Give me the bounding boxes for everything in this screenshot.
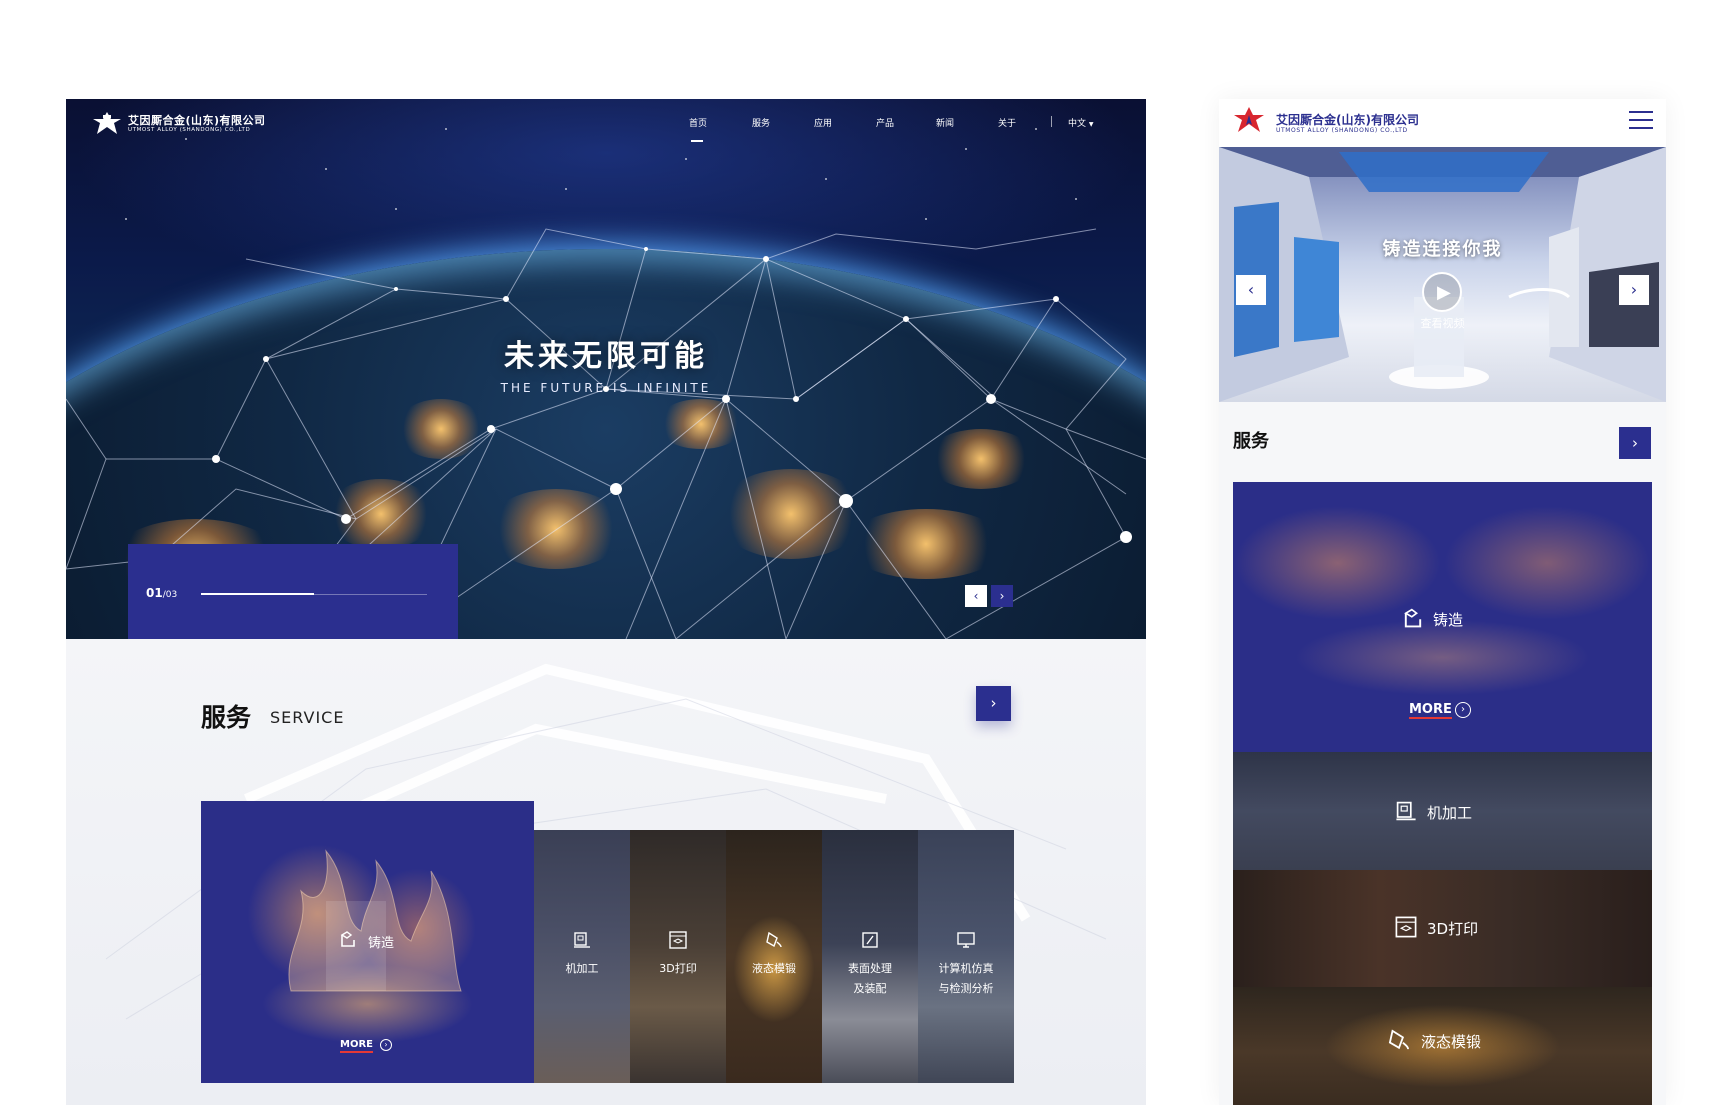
hero-next-button[interactable]: › — [991, 585, 1013, 607]
chevron-left-icon: ‹ — [973, 589, 979, 603]
chevron-right-icon: › — [999, 589, 1005, 603]
service-tile-computer-simulation[interactable]: 计算机仿真 与检测分析 — [918, 830, 1014, 1083]
language-switch[interactable]: 中文 ▼ — [1068, 116, 1094, 129]
mobile-hero-next-button[interactable]: › — [1619, 275, 1649, 305]
chevron-right-icon: › — [1632, 434, 1638, 452]
hero-title: 未来无限可能 — [504, 339, 708, 374]
liquid-forging-icon — [766, 931, 782, 948]
play-video-label: 查看视频 — [1420, 317, 1465, 330]
logo-company-name: 艾因厮合金(山东)有限公司 — [1276, 113, 1419, 127]
logo-company-name: 艾因厮合金(山东)有限公司 — [128, 114, 266, 127]
service-tile-liquid-forging[interactable]: 液态模锻 — [726, 830, 822, 1083]
nav-item-home[interactable]: 首页 — [689, 116, 707, 129]
tile-label: 3D打印 — [1427, 920, 1479, 938]
tile-label: 液态模锻 — [1421, 1033, 1482, 1051]
top-nav: 艾因厮合金(山东)有限公司 UTMOST ALLOY (SHANDONG) CO… — [66, 99, 1146, 147]
casting-icon — [338, 929, 358, 949]
casting-label: 铸造 — [368, 936, 395, 951]
service-featured-casting[interactable]: 铸造 MORE › — [201, 801, 534, 1083]
desktop-preview: 艾因厮合金(山东)有限公司 UTMOST ALLOY (SHANDONG) CO… — [66, 99, 1146, 1105]
casting-label: 铸造 — [1433, 611, 1464, 629]
nav-item-product[interactable]: 产品 — [876, 116, 894, 129]
eagle-logo-icon — [93, 112, 121, 134]
slide-total: /03 — [162, 590, 178, 600]
service-title: 服务 — [201, 703, 252, 732]
play-icon: ▶ — [1437, 282, 1451, 303]
circle-arrow-right-icon[interactable]: › — [1455, 702, 1471, 718]
circle-arrow-right-icon[interactable]: › — [380, 1039, 392, 1051]
nav-item-service[interactable]: 服务 — [752, 116, 770, 129]
mobile-service-more-button[interactable]: › — [1619, 427, 1651, 459]
hero-banner: 艾因厮合金(山东)有限公司 UTMOST ALLOY (SHANDONG) CO… — [66, 99, 1146, 639]
machining-icon — [1396, 801, 1416, 821]
chevron-right-icon: › — [990, 694, 997, 712]
nav-divider — [1051, 116, 1052, 127]
slide-progress-track — [201, 593, 427, 595]
mobile-hero-title: 铸造连接你我 — [1382, 239, 1503, 260]
eagle-logo-icon — [1234, 107, 1264, 132]
tile-label: 机加工 — [1427, 804, 1473, 822]
slide-progress-fill — [201, 593, 314, 595]
play-video-button[interactable]: ▶ — [1422, 272, 1462, 312]
chevron-right-icon: › — [1630, 280, 1638, 299]
logo-company-name-en: UTMOST ALLOY (SHANDONG) CO.,LTD — [128, 127, 251, 133]
hero-prev-button[interactable]: ‹ — [965, 585, 987, 607]
chevron-down-icon: ▼ — [1088, 121, 1094, 128]
service-more-button[interactable]: › — [976, 686, 1011, 721]
casting-more-link[interactable]: MORE — [1409, 702, 1452, 719]
service-tile-surface-treatment[interactable]: 表面处理 及装配 — [822, 830, 918, 1083]
slide-counter: 01/03 — [146, 582, 177, 601]
mobile-hero-prev-button[interactable]: ‹ — [1236, 275, 1266, 305]
service-tile-machining[interactable]: 机加工 — [534, 830, 630, 1083]
surface-treatment-icon — [862, 932, 878, 948]
casting-icon — [1404, 608, 1422, 628]
tile-label: 机加工 — [565, 962, 599, 975]
liquid-forging-icon — [1388, 1029, 1410, 1050]
machining-icon — [574, 932, 590, 948]
language-label: 中文 — [1068, 119, 1087, 129]
mobile-header: 艾因厮合金(山东)有限公司 UTMOST ALLOY (SHANDONG) CO… — [1219, 99, 1666, 147]
mobile-service-title: 服务 — [1233, 431, 1269, 452]
tile-label-line2: 及装配 — [853, 982, 887, 995]
tile-label: 3D打印 — [659, 962, 697, 975]
chevron-left-icon: ‹ — [1247, 280, 1255, 299]
slide-counter-panel: 01/03 — [128, 544, 458, 639]
nav-item-about[interactable]: 关于 — [998, 116, 1016, 129]
mobile-service-3d-print[interactable]: 3D打印 — [1233, 870, 1652, 987]
service-tile-3d-print[interactable]: 3D打印 — [630, 830, 726, 1083]
tile-label: 表面处理 — [848, 962, 892, 975]
mobile-service-liquid-forging[interactable]: 液态模锻 — [1233, 987, 1652, 1105]
mobile-hero-banner: 铸造连接你我 ▶ 查看视频 ‹ › — [1219, 147, 1666, 402]
tile-label: 液态模锻 — [752, 962, 796, 975]
hero-subtitle: THE FUTURE IS INFINITE — [500, 381, 712, 395]
3d-print-icon — [669, 931, 687, 949]
logo-company-name-en: UTMOST ALLOY (SHANDONG) CO.,LTD — [1276, 127, 1408, 134]
nav-item-application[interactable]: 应用 — [814, 116, 832, 129]
flame-illustration — [288, 849, 462, 992]
mobile-service-featured-casting[interactable]: 铸造 MORE › — [1233, 482, 1652, 752]
mobile-preview: 艾因厮合金(山东)有限公司 UTMOST ALLOY (SHANDONG) CO… — [1219, 99, 1666, 1105]
3d-print-icon — [1395, 916, 1417, 938]
mobile-service-machining[interactable]: 机加工 — [1233, 752, 1652, 870]
slide-current: 01 — [146, 586, 163, 600]
tile-label: 计算机仿真 — [938, 962, 994, 975]
service-subtitle: SERVICE — [270, 708, 345, 727]
nav-item-news[interactable]: 新闻 — [936, 116, 954, 129]
computer-icon — [957, 932, 975, 948]
casting-more-link[interactable]: MORE — [340, 1039, 373, 1053]
nav-active-indicator — [691, 140, 703, 142]
hamburger-menu-icon[interactable] — [1629, 109, 1653, 129]
tile-label-line2: 与检测分析 — [938, 982, 994, 995]
